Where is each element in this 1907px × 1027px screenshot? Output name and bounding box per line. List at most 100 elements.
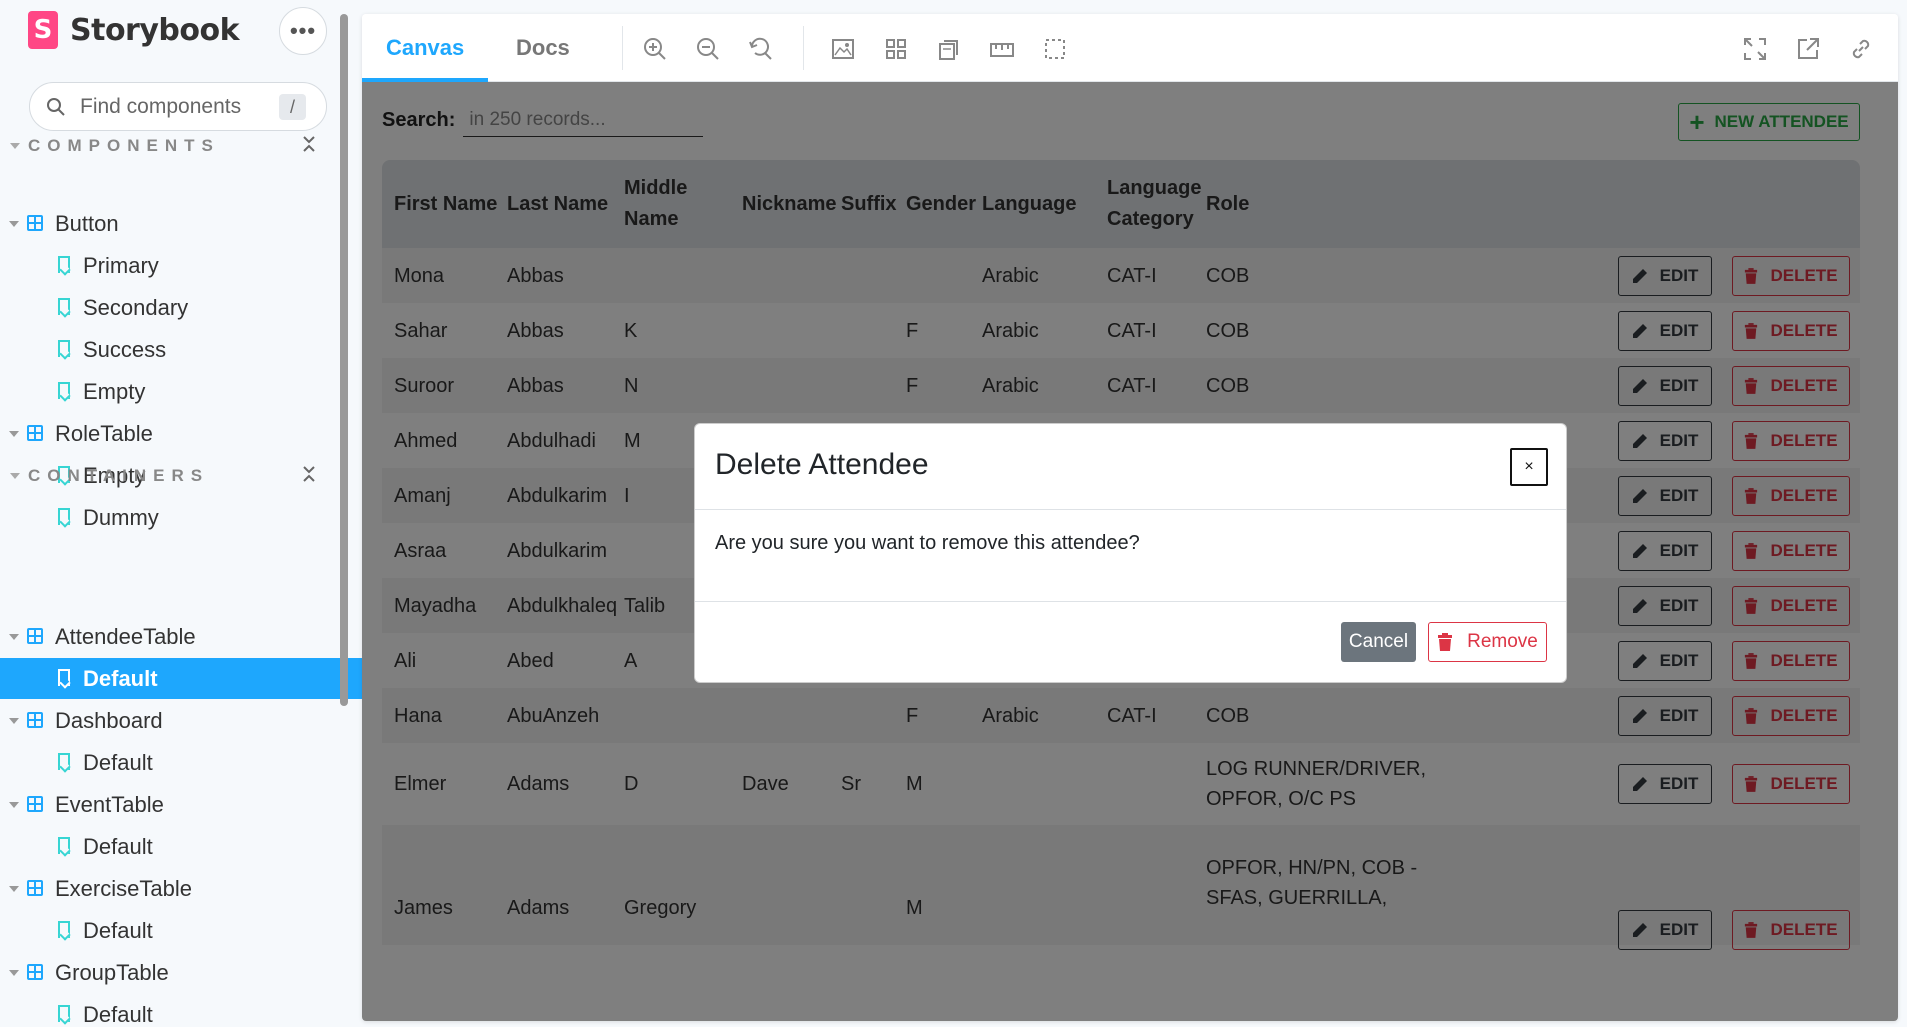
- sidebar-story-success[interactable]: Success: [0, 329, 362, 370]
- sidebar-story-secondary[interactable]: Secondary: [0, 287, 362, 328]
- chevron-down-icon: [9, 634, 19, 640]
- sidebar-item-label: Default: [83, 665, 158, 691]
- search-icon: [47, 97, 65, 116]
- component-icon: [27, 215, 43, 231]
- component-icon: [27, 964, 43, 980]
- zoom-reset-icon[interactable]: [748, 36, 774, 62]
- sidebar-story-empty[interactable]: Empty: [0, 371, 362, 412]
- collapse-all-icon[interactable]: [301, 134, 317, 154]
- measure-icon[interactable]: [989, 36, 1015, 62]
- bookmark-icon: [58, 921, 70, 938]
- ellipsis-icon: •••: [289, 18, 317, 43]
- modal-title: Delete Attendee: [715, 448, 929, 481]
- sidebar-item-label: Default: [83, 749, 153, 775]
- chevron-down-icon: [9, 970, 19, 976]
- sidebar-story-default[interactable]: Default: [0, 994, 362, 1027]
- sidebar-story-default[interactable]: Default: [0, 742, 362, 783]
- grid-icon[interactable]: [883, 36, 909, 62]
- sidebar: S Storybook ••• Find components / COMPON…: [0, 0, 362, 1027]
- preview-toolbar: Canvas Docs: [362, 14, 1898, 82]
- tab-docs[interactable]: Docs: [492, 14, 594, 82]
- trash-icon: [1438, 633, 1453, 651]
- collapse-all-icon[interactable]: [301, 464, 317, 484]
- sidebar-story-default[interactable]: Default: [0, 910, 362, 951]
- remove-label: Remove: [1467, 631, 1538, 652]
- sidebar-item-label: Default: [83, 833, 153, 859]
- search-shortcut-key: /: [279, 94, 306, 120]
- bookmark-icon: [58, 669, 70, 686]
- copy-link-icon[interactable]: [1848, 36, 1874, 62]
- toolbar-divider: [622, 26, 623, 70]
- tab-docs-label: Docs: [516, 35, 570, 60]
- close-icon: ×: [1524, 458, 1534, 475]
- storybook-logo: S: [28, 11, 58, 49]
- sidebar-story-default[interactable]: Default: [0, 826, 362, 867]
- bookmark-icon: [58, 256, 70, 273]
- find-components-search[interactable]: Find components /: [29, 82, 327, 131]
- bookmark-icon: [58, 298, 70, 315]
- bookmark-icon: [58, 1005, 70, 1022]
- sidebar-menu-button[interactable]: •••: [279, 7, 327, 55]
- remove-button[interactable]: Remove: [1428, 622, 1547, 662]
- bookmark-icon: [58, 753, 70, 770]
- sidebar-item-label: Success: [83, 336, 167, 362]
- cancel-button[interactable]: Cancel: [1341, 622, 1416, 662]
- sidebar-story-primary[interactable]: Primary: [0, 245, 362, 286]
- chevron-down-icon: [9, 802, 19, 808]
- background-icon[interactable]: [830, 36, 856, 62]
- sidebar-section-containers[interactable]: CONTAINERS: [10, 466, 209, 486]
- search-placeholder: Find components: [80, 94, 242, 118]
- chevron-down-icon: [9, 221, 19, 227]
- zoom-out-icon[interactable]: [695, 36, 721, 62]
- storybook-brand[interactable]: S Storybook: [28, 10, 240, 50]
- sidebar-component-grouptable[interactable]: GroupTable: [0, 952, 362, 993]
- sidebar-item-label: GroupTable: [55, 959, 169, 985]
- sidebar-item-label: Primary: [83, 252, 159, 278]
- viewport-icon[interactable]: [936, 36, 962, 62]
- sidebar-item-label: Button: [55, 210, 119, 236]
- open-new-tab-icon[interactable]: [1795, 36, 1821, 62]
- sidebar-component-attendeetable[interactable]: AttendeeTable: [0, 616, 362, 657]
- tab-canvas-label: Canvas: [386, 35, 465, 60]
- chevron-down-icon: [10, 143, 20, 149]
- sidebar-item-label: Default: [83, 917, 153, 943]
- sidebar-item-label: RoleTable: [55, 420, 153, 446]
- sidebar-scrollbar[interactable]: [340, 14, 348, 706]
- sidebar-item-label: ExerciseTable: [55, 875, 192, 901]
- modal-close-button[interactable]: ×: [1510, 448, 1548, 486]
- zoom-in-icon[interactable]: [642, 36, 668, 62]
- sidebar-component-button[interactable]: Button: [0, 203, 362, 244]
- sidebar-component-roletable[interactable]: RoleTable: [0, 413, 362, 454]
- sidebar-component-eventtable[interactable]: EventTable: [0, 784, 362, 825]
- sidebar-component-exercisetable[interactable]: ExerciseTable: [0, 868, 362, 909]
- bookmark-icon: [58, 340, 70, 357]
- app-name: Storybook: [70, 12, 240, 48]
- chevron-down-icon: [9, 886, 19, 892]
- bookmark-icon: [58, 837, 70, 854]
- chevron-down-icon: [9, 431, 19, 437]
- bookmark-icon: [58, 382, 70, 399]
- sidebar-component-dashboard[interactable]: Dashboard: [0, 700, 362, 741]
- sidebar-item-label: Dummy: [83, 504, 159, 530]
- delete-attendee-modal: Delete Attendee × Are you sure you want …: [694, 423, 1567, 683]
- section-title-label: COMPONENTS: [28, 136, 220, 155]
- sidebar-item-label: AttendeeTable: [55, 623, 196, 649]
- sidebar-story-default[interactable]: Default: [0, 658, 362, 699]
- modal-header: Delete Attendee ×: [695, 424, 1566, 510]
- tab-canvas[interactable]: Canvas: [362, 14, 489, 82]
- chevron-down-icon: [10, 473, 20, 479]
- component-icon: [27, 880, 43, 896]
- chevron-down-icon: [9, 718, 19, 724]
- component-icon: [27, 628, 43, 644]
- bookmark-icon: [58, 508, 70, 525]
- sidebar-story-dummy[interactable]: Dummy: [0, 497, 362, 538]
- toolbar-divider: [803, 26, 804, 70]
- outline-icon[interactable]: [1042, 36, 1068, 62]
- fullscreen-icon[interactable]: [1742, 36, 1768, 62]
- sidebar-item-label: Dashboard: [55, 707, 163, 733]
- sidebar-item-label: Secondary: [83, 294, 189, 320]
- sidebar-section-components[interactable]: COMPONENTS: [10, 136, 220, 156]
- component-icon: [27, 712, 43, 728]
- section-title-label: CONTAINERS: [28, 466, 210, 485]
- sidebar-item-label: EventTable: [55, 791, 164, 817]
